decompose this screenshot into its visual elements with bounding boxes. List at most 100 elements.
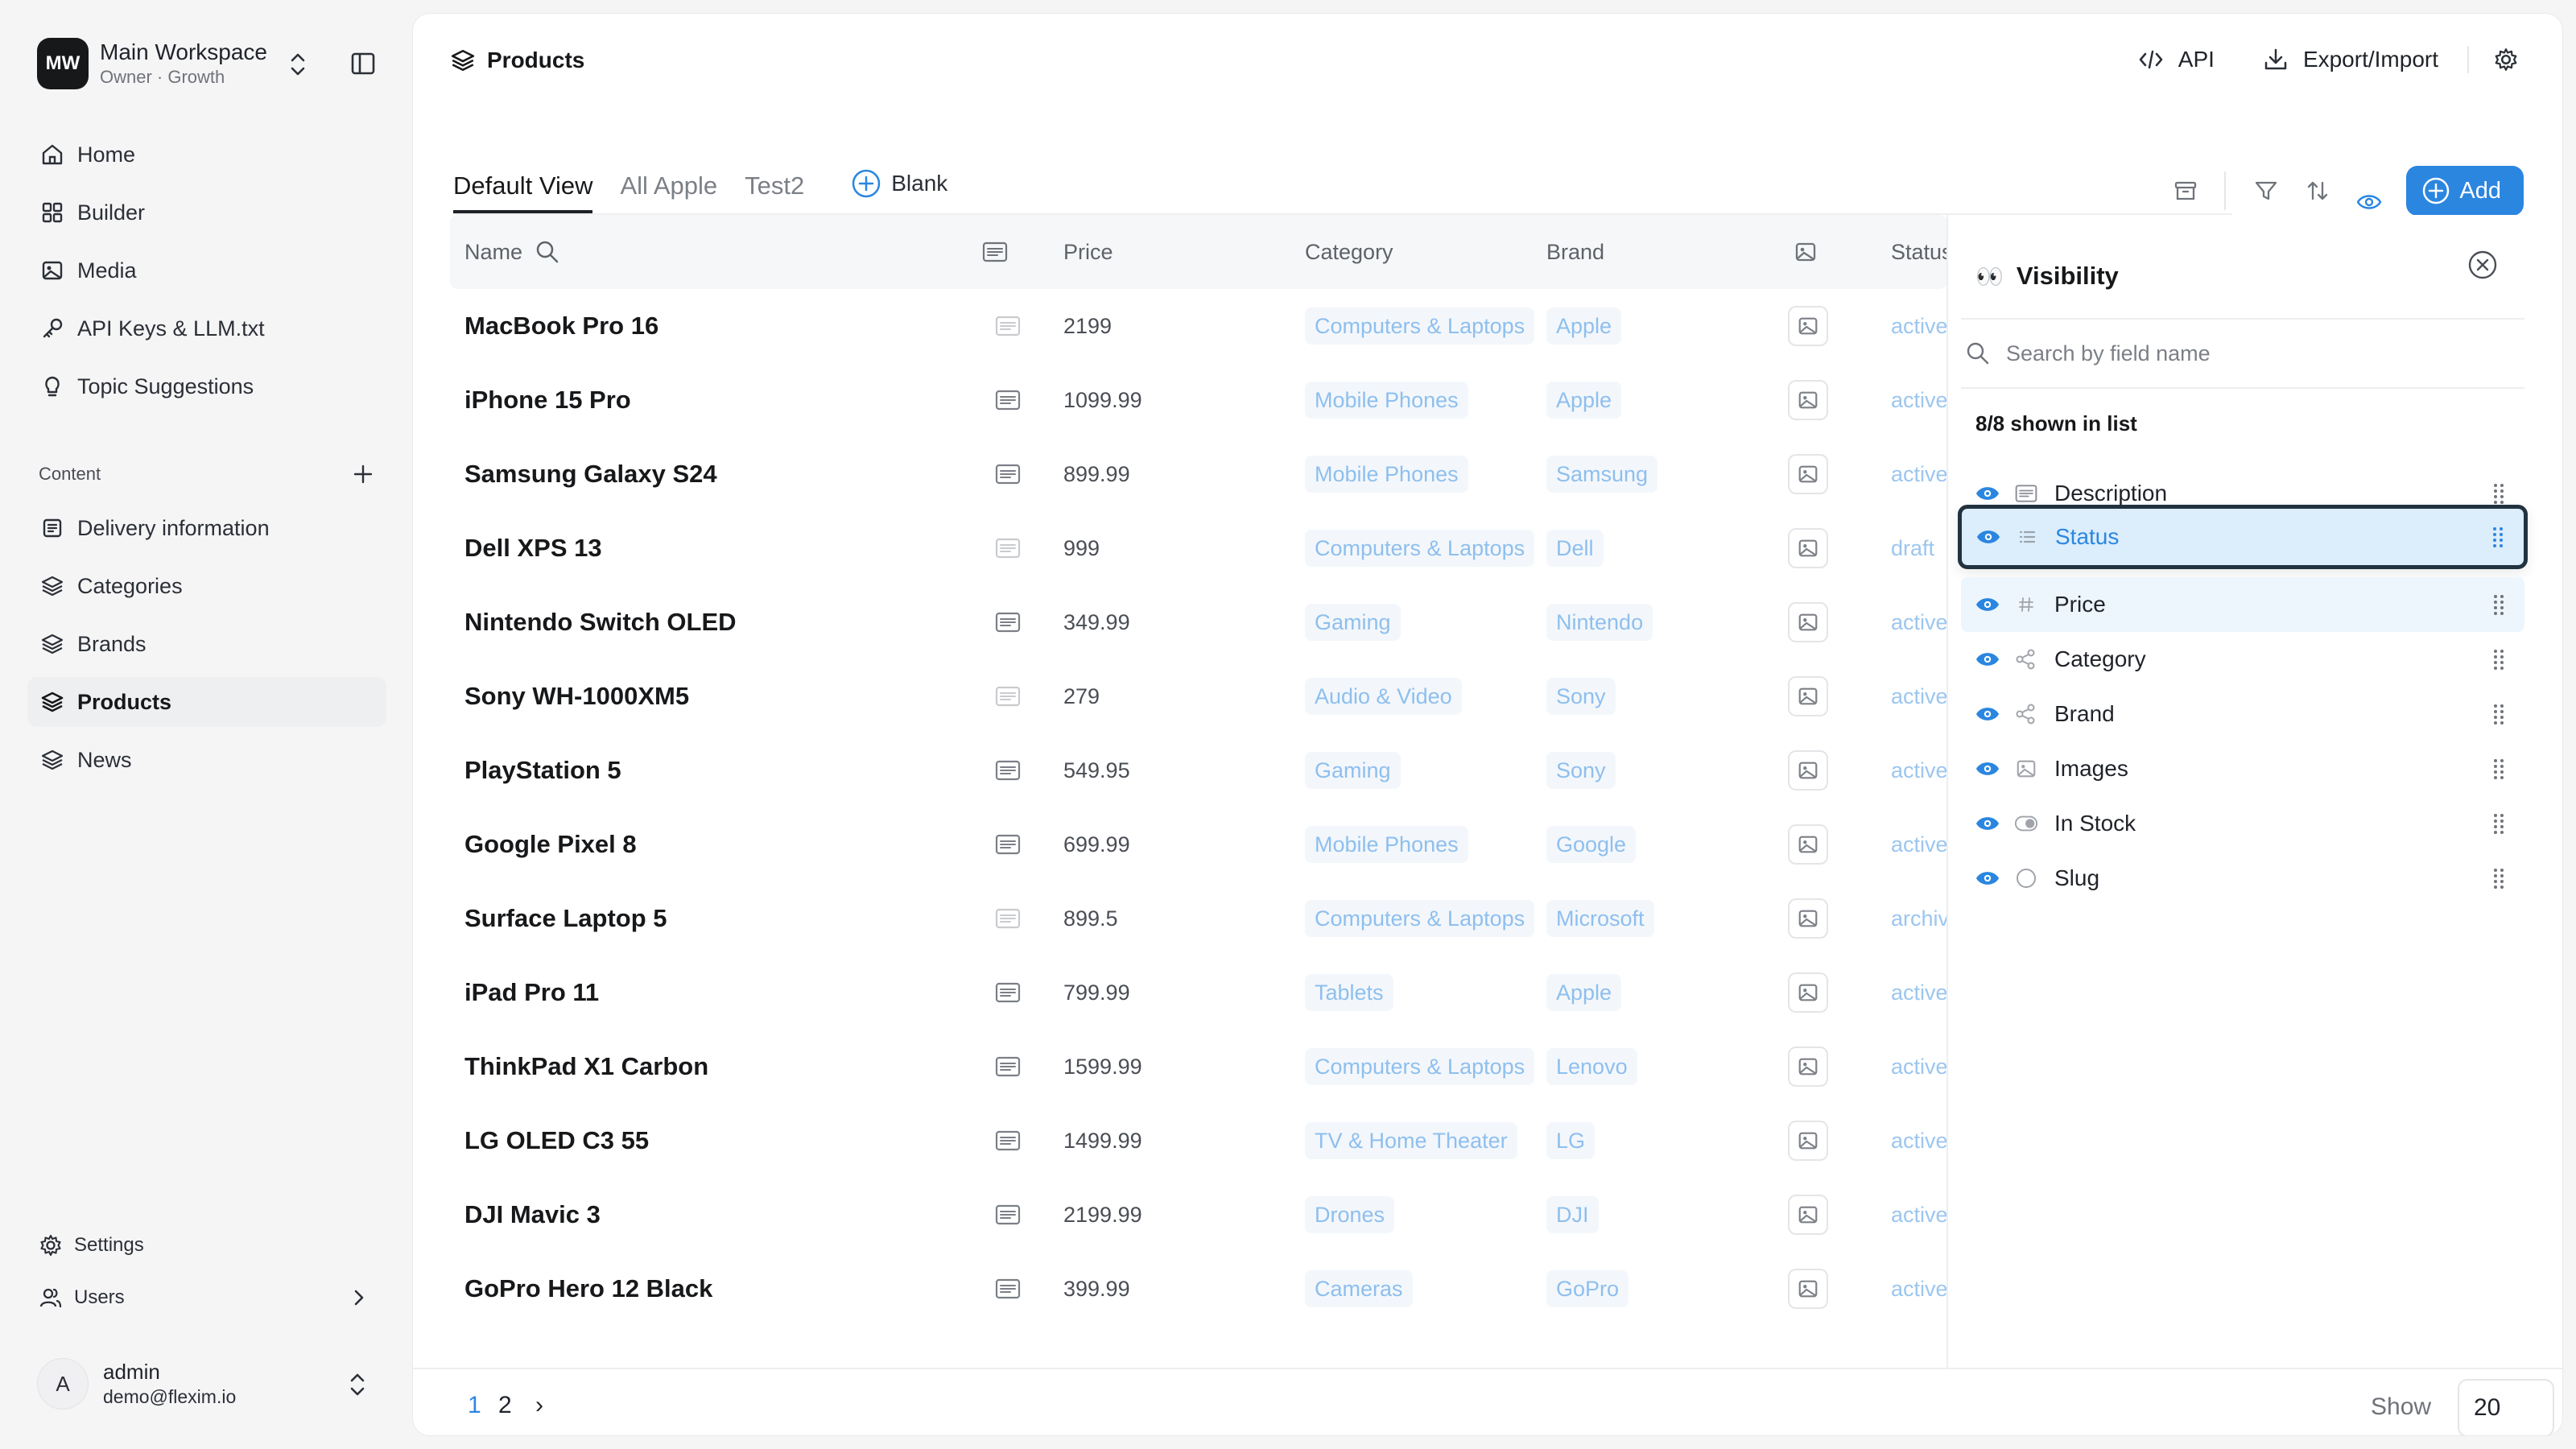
brand-pill[interactable]: Microsoft	[1546, 900, 1654, 937]
product-name[interactable]: LG OLED C3 55	[464, 1104, 649, 1178]
content-item-categories[interactable]: Categories	[27, 561, 386, 611]
settings-link[interactable]: Settings	[27, 1224, 386, 1267]
archive-icon[interactable]	[2166, 171, 2205, 210]
users-link[interactable]: Users	[27, 1276, 386, 1319]
table-row[interactable]: iPhone 15 Pro 1099.99 Mobile Phones Apple ac…	[450, 363, 1947, 437]
export-import-button[interactable]: Export/Import	[2263, 47, 2438, 72]
field-row-brand[interactable]: Brand	[1961, 687, 2524, 741]
category-pill[interactable]: Computers & Laptops	[1305, 530, 1535, 567]
nav-item-api-keys[interactable]: API Keys & LLM.txt	[27, 303, 386, 353]
content-item-brands[interactable]: Brands	[27, 619, 386, 669]
nav-item-media[interactable]: Media	[27, 246, 386, 295]
brand-pill[interactable]: Apple	[1546, 974, 1622, 1011]
sort-icon[interactable]	[2298, 171, 2337, 210]
eye-icon[interactable]	[1974, 649, 2001, 670]
field-row-category[interactable]: Category	[1961, 632, 2524, 687]
category-pill[interactable]: Mobile Phones	[1305, 456, 1468, 493]
search-icon[interactable]	[534, 238, 561, 266]
image-icon[interactable]	[1788, 306, 1828, 346]
table-row[interactable]: LG OLED C3 55 1499.99 TV & Home Theater LG a…	[450, 1104, 1947, 1178]
close-icon[interactable]	[2467, 249, 2499, 281]
filter-icon[interactable]	[2247, 171, 2285, 210]
brand-pill[interactable]: Nintendo	[1546, 604, 1653, 641]
eye-icon[interactable]	[1974, 483, 2001, 504]
drag-handle-icon[interactable]	[2492, 592, 2505, 617]
brand-pill[interactable]: Sony	[1546, 752, 1616, 789]
brand-pill[interactable]: Apple	[1546, 308, 1622, 345]
product-name[interactable]: Google Pixel 8	[464, 807, 637, 881]
column-header-category[interactable]: Category	[1305, 215, 1393, 289]
category-pill[interactable]: Gaming	[1305, 604, 1401, 641]
table-row[interactable]: MacBook Pro 16 2199 Computers & Laptops App…	[450, 289, 1947, 363]
brand-pill[interactable]: Apple	[1546, 382, 1622, 419]
brand-pill[interactable]: DJI	[1546, 1196, 1599, 1233]
image-icon[interactable]	[1788, 1269, 1828, 1309]
table-row[interactable]: PlayStation 5 549.95 Gaming Sony active	[450, 733, 1947, 807]
product-name[interactable]: Dell XPS 13	[464, 511, 602, 585]
category-pill[interactable]: TV & Home Theater	[1305, 1122, 1517, 1159]
image-icon[interactable]	[1788, 528, 1828, 568]
table-row[interactable]: GoPro Hero 12 Black 399.99 Cameras GoPro act…	[450, 1252, 1947, 1326]
product-name[interactable]: ThinkPad X1 Carbon	[464, 1030, 708, 1104]
image-icon[interactable]	[1788, 602, 1828, 642]
brand-pill[interactable]: Google	[1546, 826, 1637, 863]
user-menu[interactable]: A admin demo@flexim.io	[37, 1356, 383, 1412]
column-header-images[interactable]	[1793, 215, 1818, 289]
gear-icon[interactable]	[2493, 47, 2519, 72]
content-item-products[interactable]: Products	[27, 677, 386, 727]
table-row[interactable]: Sony WH-1000XM5 279 Audio & Video Sony activ…	[450, 659, 1947, 733]
column-header-status[interactable]: Status	[1891, 215, 1947, 289]
workspace-switcher[interactable]: MW Main Workspace Owner · Growth	[37, 37, 375, 90]
column-header-name[interactable]: Name	[464, 215, 561, 289]
eye-icon[interactable]	[1975, 526, 2002, 547]
table-row[interactable]: Surface Laptop 5 899.5 Computers & Laptops…	[450, 881, 1947, 956]
image-icon[interactable]	[1788, 1121, 1828, 1161]
drag-handle-icon[interactable]	[2491, 525, 2504, 549]
nav-item-builder[interactable]: Builder	[27, 188, 386, 237]
column-header-price[interactable]: Price	[1063, 215, 1113, 289]
table-row[interactable]: DJI Mavic 3 2199.99 Drones DJI active	[450, 1178, 1947, 1252]
add-blank-view-button[interactable]: Blank	[851, 163, 947, 199]
nav-item-home[interactable]: Home	[27, 130, 386, 180]
column-header-brand[interactable]: Brand	[1546, 215, 1604, 289]
eye-icon[interactable]	[1974, 758, 2001, 779]
category-pill[interactable]: Audio & Video	[1305, 678, 1462, 715]
tab-all-apple[interactable]: All Apple	[620, 163, 717, 213]
product-name[interactable]: Surface Laptop 5	[464, 881, 667, 956]
brand-pill[interactable]: Sony	[1546, 678, 1616, 715]
field-row-price[interactable]: Price	[1961, 577, 2524, 632]
product-name[interactable]: DJI Mavic 3	[464, 1178, 601, 1252]
drag-handle-icon[interactable]	[2492, 647, 2505, 671]
image-icon[interactable]	[1788, 1195, 1828, 1235]
brand-pill[interactable]: Lenovo	[1546, 1048, 1637, 1085]
page-link-2[interactable]: 2	[498, 1392, 512, 1419]
category-pill[interactable]: Cameras	[1305, 1270, 1413, 1307]
category-pill[interactable]: Tablets	[1305, 974, 1393, 1011]
eye-icon[interactable]	[1974, 813, 2001, 834]
eye-icon[interactable]	[1974, 704, 2001, 724]
sidebar-toggle-icon[interactable]	[349, 50, 377, 77]
category-pill[interactable]: Computers & Laptops	[1305, 900, 1535, 937]
product-name[interactable]: Samsung Galaxy S24	[464, 437, 717, 511]
field-row-images[interactable]: Images	[1961, 741, 2524, 796]
category-pill[interactable]: Gaming	[1305, 752, 1401, 789]
product-name[interactable]: MacBook Pro 16	[464, 289, 658, 363]
tab-test2[interactable]: Test2	[745, 163, 804, 213]
page-link-1[interactable]: 1	[468, 1392, 481, 1419]
content-item-delivery-information[interactable]: Delivery information	[27, 503, 386, 553]
image-icon[interactable]	[1788, 898, 1828, 939]
nav-item-topic-suggestions[interactable]: Topic Suggestions	[27, 361, 386, 411]
add-button[interactable]: Add	[2406, 166, 2524, 216]
table-row[interactable]: ThinkPad X1 Carbon 1599.99 Computers & Lap…	[450, 1030, 1947, 1104]
category-pill[interactable]: Computers & Laptops	[1305, 1048, 1535, 1085]
table-row[interactable]: Dell XPS 13 999 Computers & Laptops Dell dra…	[450, 511, 1947, 585]
product-name[interactable]: iPad Pro 11	[464, 956, 599, 1030]
brand-pill[interactable]: GoPro	[1546, 1270, 1629, 1307]
column-header-description[interactable]	[981, 215, 1009, 289]
drag-handle-icon[interactable]	[2492, 481, 2505, 506]
category-pill[interactable]: Mobile Phones	[1305, 826, 1468, 863]
content-item-news[interactable]: News	[27, 735, 386, 785]
brand-pill[interactable]: Samsung	[1546, 456, 1658, 493]
image-icon[interactable]	[1788, 972, 1828, 1013]
brand-pill[interactable]: LG	[1546, 1122, 1596, 1159]
